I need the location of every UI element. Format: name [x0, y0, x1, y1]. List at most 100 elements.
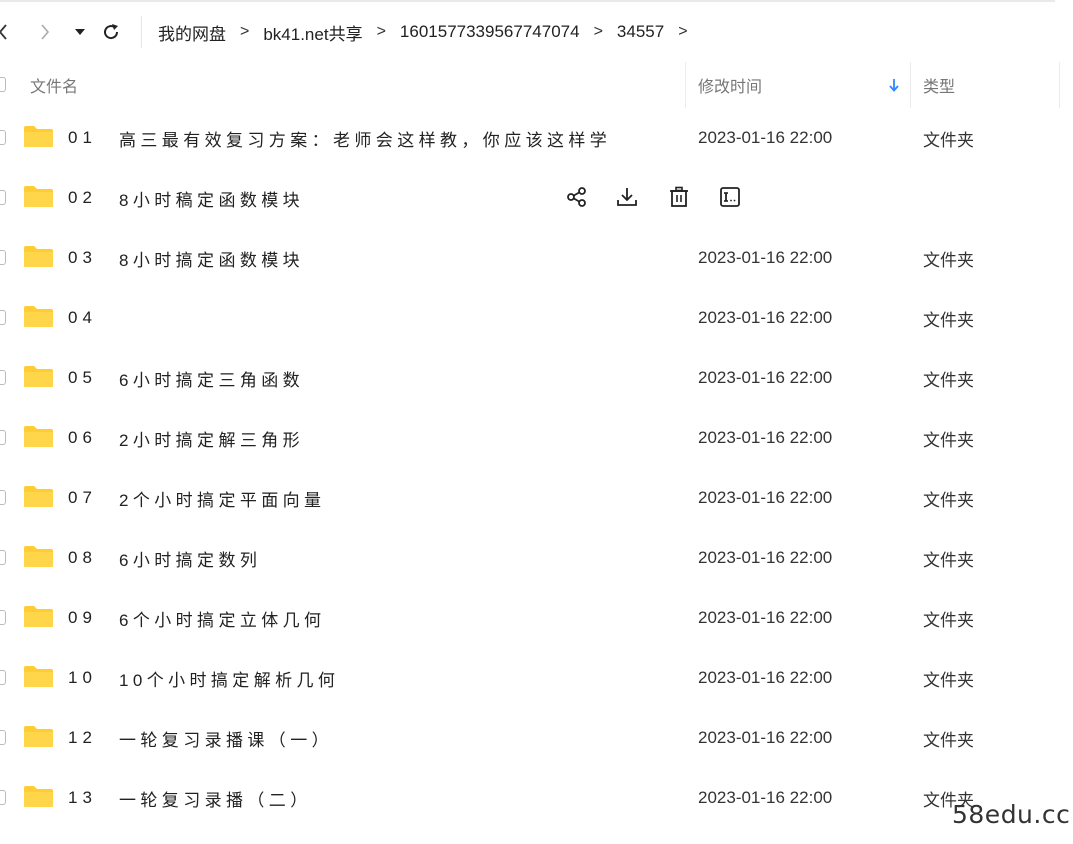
row-checkbox[interactable]: [0, 370, 6, 385]
folder-icon[interactable]: [23, 484, 54, 508]
file-name[interactable]: 一轮复习录播课（一）: [119, 708, 333, 768]
modified-date: 2023-01-16 22:00: [698, 668, 833, 687]
file-row[interactable]: 03 8小时搞定函数模块 2023-01-16 22:00 文件夹: [0, 228, 1073, 288]
row-actions: [565, 168, 755, 228]
file-name[interactable]: 8小时稿定函数模块: [119, 168, 304, 228]
folder-icon[interactable]: [23, 544, 54, 568]
toolbar-separator: [141, 16, 142, 48]
column-resizer[interactable]: [1059, 62, 1060, 108]
modified-date: 2023-01-16 22:00: [698, 608, 833, 627]
file-row[interactable]: 10 10个小时搞定解析几何 2023-01-16 22:00 文件夹: [0, 648, 1073, 708]
file-type: 文件夹: [923, 430, 974, 450]
folder-icon[interactable]: [23, 304, 54, 328]
file-row[interactable]: 13 一轮复习录播（二） 2023-01-16 22:00 文件夹: [0, 768, 1073, 828]
file-row[interactable]: 06 2小时搞定解三角形 2023-01-16 22:00 文件夹: [0, 408, 1073, 468]
column-header-modified[interactable]: 修改时间: [698, 62, 762, 108]
file-number: 06: [68, 428, 97, 447]
share-button[interactable]: [565, 185, 589, 209]
row-checkbox[interactable]: [0, 190, 6, 205]
file-type: 文件夹: [923, 610, 974, 630]
file-type: 文件夹: [923, 130, 974, 150]
folder-icon[interactable]: [23, 724, 54, 748]
arrow-down-icon: [889, 79, 899, 92]
row-checkbox[interactable]: [0, 490, 6, 505]
modified-date: 2023-01-16 22:00: [698, 128, 833, 147]
file-row[interactable]: 02 8小时稿定函数模块: [0, 168, 1073, 228]
delete-icon: [670, 186, 688, 207]
file-number: 02: [68, 188, 97, 207]
file-row[interactable]: 04 2023-01-16 22:00 文件夹: [0, 288, 1073, 348]
row-checkbox[interactable]: [0, 790, 6, 805]
folder-icon[interactable]: [23, 184, 54, 208]
file-row[interactable]: 08 6小时搞定数列 2023-01-16 22:00 文件夹: [0, 528, 1073, 588]
file-number: 09: [68, 608, 97, 627]
file-number: 07: [68, 488, 97, 507]
modified-date: 2023-01-16 22:00: [698, 428, 833, 447]
forward-button[interactable]: [36, 12, 54, 52]
file-number: 01: [68, 128, 97, 147]
row-checkbox[interactable]: [0, 130, 6, 145]
folder-icon[interactable]: [23, 364, 54, 388]
folder-icon[interactable]: [23, 124, 54, 148]
modified-date: 2023-01-16 22:00: [698, 488, 833, 507]
file-type: 文件夹: [923, 730, 974, 750]
row-checkbox[interactable]: [0, 430, 6, 445]
select-all-checkbox[interactable]: [0, 77, 6, 92]
folder-icon[interactable]: [23, 604, 54, 628]
breadcrumb-item[interactable]: bk41.net共享: [263, 20, 362, 45]
row-checkbox[interactable]: [0, 670, 6, 685]
download-button[interactable]: [615, 185, 639, 209]
row-checkbox[interactable]: [0, 610, 6, 625]
file-row[interactable]: 12 一轮复习录播课（一） 2023-01-16 22:00 文件夹: [0, 708, 1073, 768]
file-name[interactable]: 10个小时搞定解析几何: [119, 648, 339, 708]
back-button[interactable]: [0, 12, 12, 52]
modified-date: 2023-01-16 22:00: [698, 788, 833, 807]
refresh-icon: [104, 24, 119, 40]
file-name[interactable]: 2个小时搞定平面向量: [119, 468, 325, 528]
row-checkbox[interactable]: [0, 310, 6, 325]
column-header-name[interactable]: 文件名: [30, 62, 78, 108]
file-row[interactable]: 07 2个小时搞定平面向量 2023-01-16 22:00 文件夹: [0, 468, 1073, 528]
row-checkbox[interactable]: [0, 730, 6, 745]
file-type: 文件夹: [923, 550, 974, 570]
file-name[interactable]: 高三最有效复习方案：老师会这样教，你应该这样学: [119, 108, 611, 168]
column-resizer[interactable]: [910, 62, 911, 108]
modified-date: 2023-01-16 22:00: [698, 248, 833, 267]
file-row[interactable]: 05 6小时搞定三角函数 2023-01-16 22:00 文件夹: [0, 348, 1073, 408]
folder-icon[interactable]: [23, 424, 54, 448]
file-name[interactable]: 6小时搞定三角函数: [119, 348, 304, 408]
watermark-text: 58edu.cc: [952, 800, 1071, 829]
delete-button[interactable]: [667, 185, 691, 209]
breadcrumb-separator: >: [593, 23, 603, 40]
file-number: 04: [68, 308, 97, 327]
refresh-button[interactable]: [100, 12, 122, 52]
file-type: 文件夹: [923, 310, 974, 330]
file-row[interactable]: 01 高三最有效复习方案：老师会这样教，你应该这样学 2023-01-16 22:0…: [0, 108, 1073, 168]
sort-descending-button[interactable]: [888, 62, 900, 108]
file-row[interactable]: 09 6个小时搞定立体几何 2023-01-16 22:00 文件夹: [0, 588, 1073, 648]
folder-icon[interactable]: [23, 664, 54, 688]
folder-icon[interactable]: [23, 244, 54, 268]
row-checkbox[interactable]: [0, 250, 6, 265]
folder-icon[interactable]: [23, 784, 54, 808]
row-checkbox[interactable]: [0, 550, 6, 565]
file-name[interactable]: 8小时搞定函数模块: [119, 228, 304, 288]
chevron-right-icon: [41, 24, 50, 40]
modified-date: 2023-01-16 22:00: [698, 308, 833, 327]
breadcrumb-item[interactable]: 我的网盘: [158, 20, 226, 45]
rename-button[interactable]: [718, 185, 742, 209]
modified-date: 2023-01-16 22:00: [698, 728, 833, 747]
file-name[interactable]: 6小时搞定数列: [119, 528, 261, 588]
file-name[interactable]: 一轮复习录播（二）: [119, 768, 312, 828]
breadcrumb-separator: >: [240, 23, 250, 40]
file-type: 文件夹: [923, 670, 974, 690]
chevron-left-icon: [0, 24, 7, 40]
column-header-type[interactable]: 类型: [923, 62, 955, 108]
file-name[interactable]: 6个小时搞定立体几何: [119, 588, 325, 648]
breadcrumb-item[interactable]: 34557: [617, 22, 664, 42]
breadcrumb-item[interactable]: 1601577339567747074: [400, 22, 580, 42]
download-icon: [617, 188, 637, 206]
file-name[interactable]: 2小时搞定解三角形: [119, 408, 304, 468]
history-dropdown-button[interactable]: [73, 12, 87, 52]
column-resizer[interactable]: [685, 62, 686, 108]
